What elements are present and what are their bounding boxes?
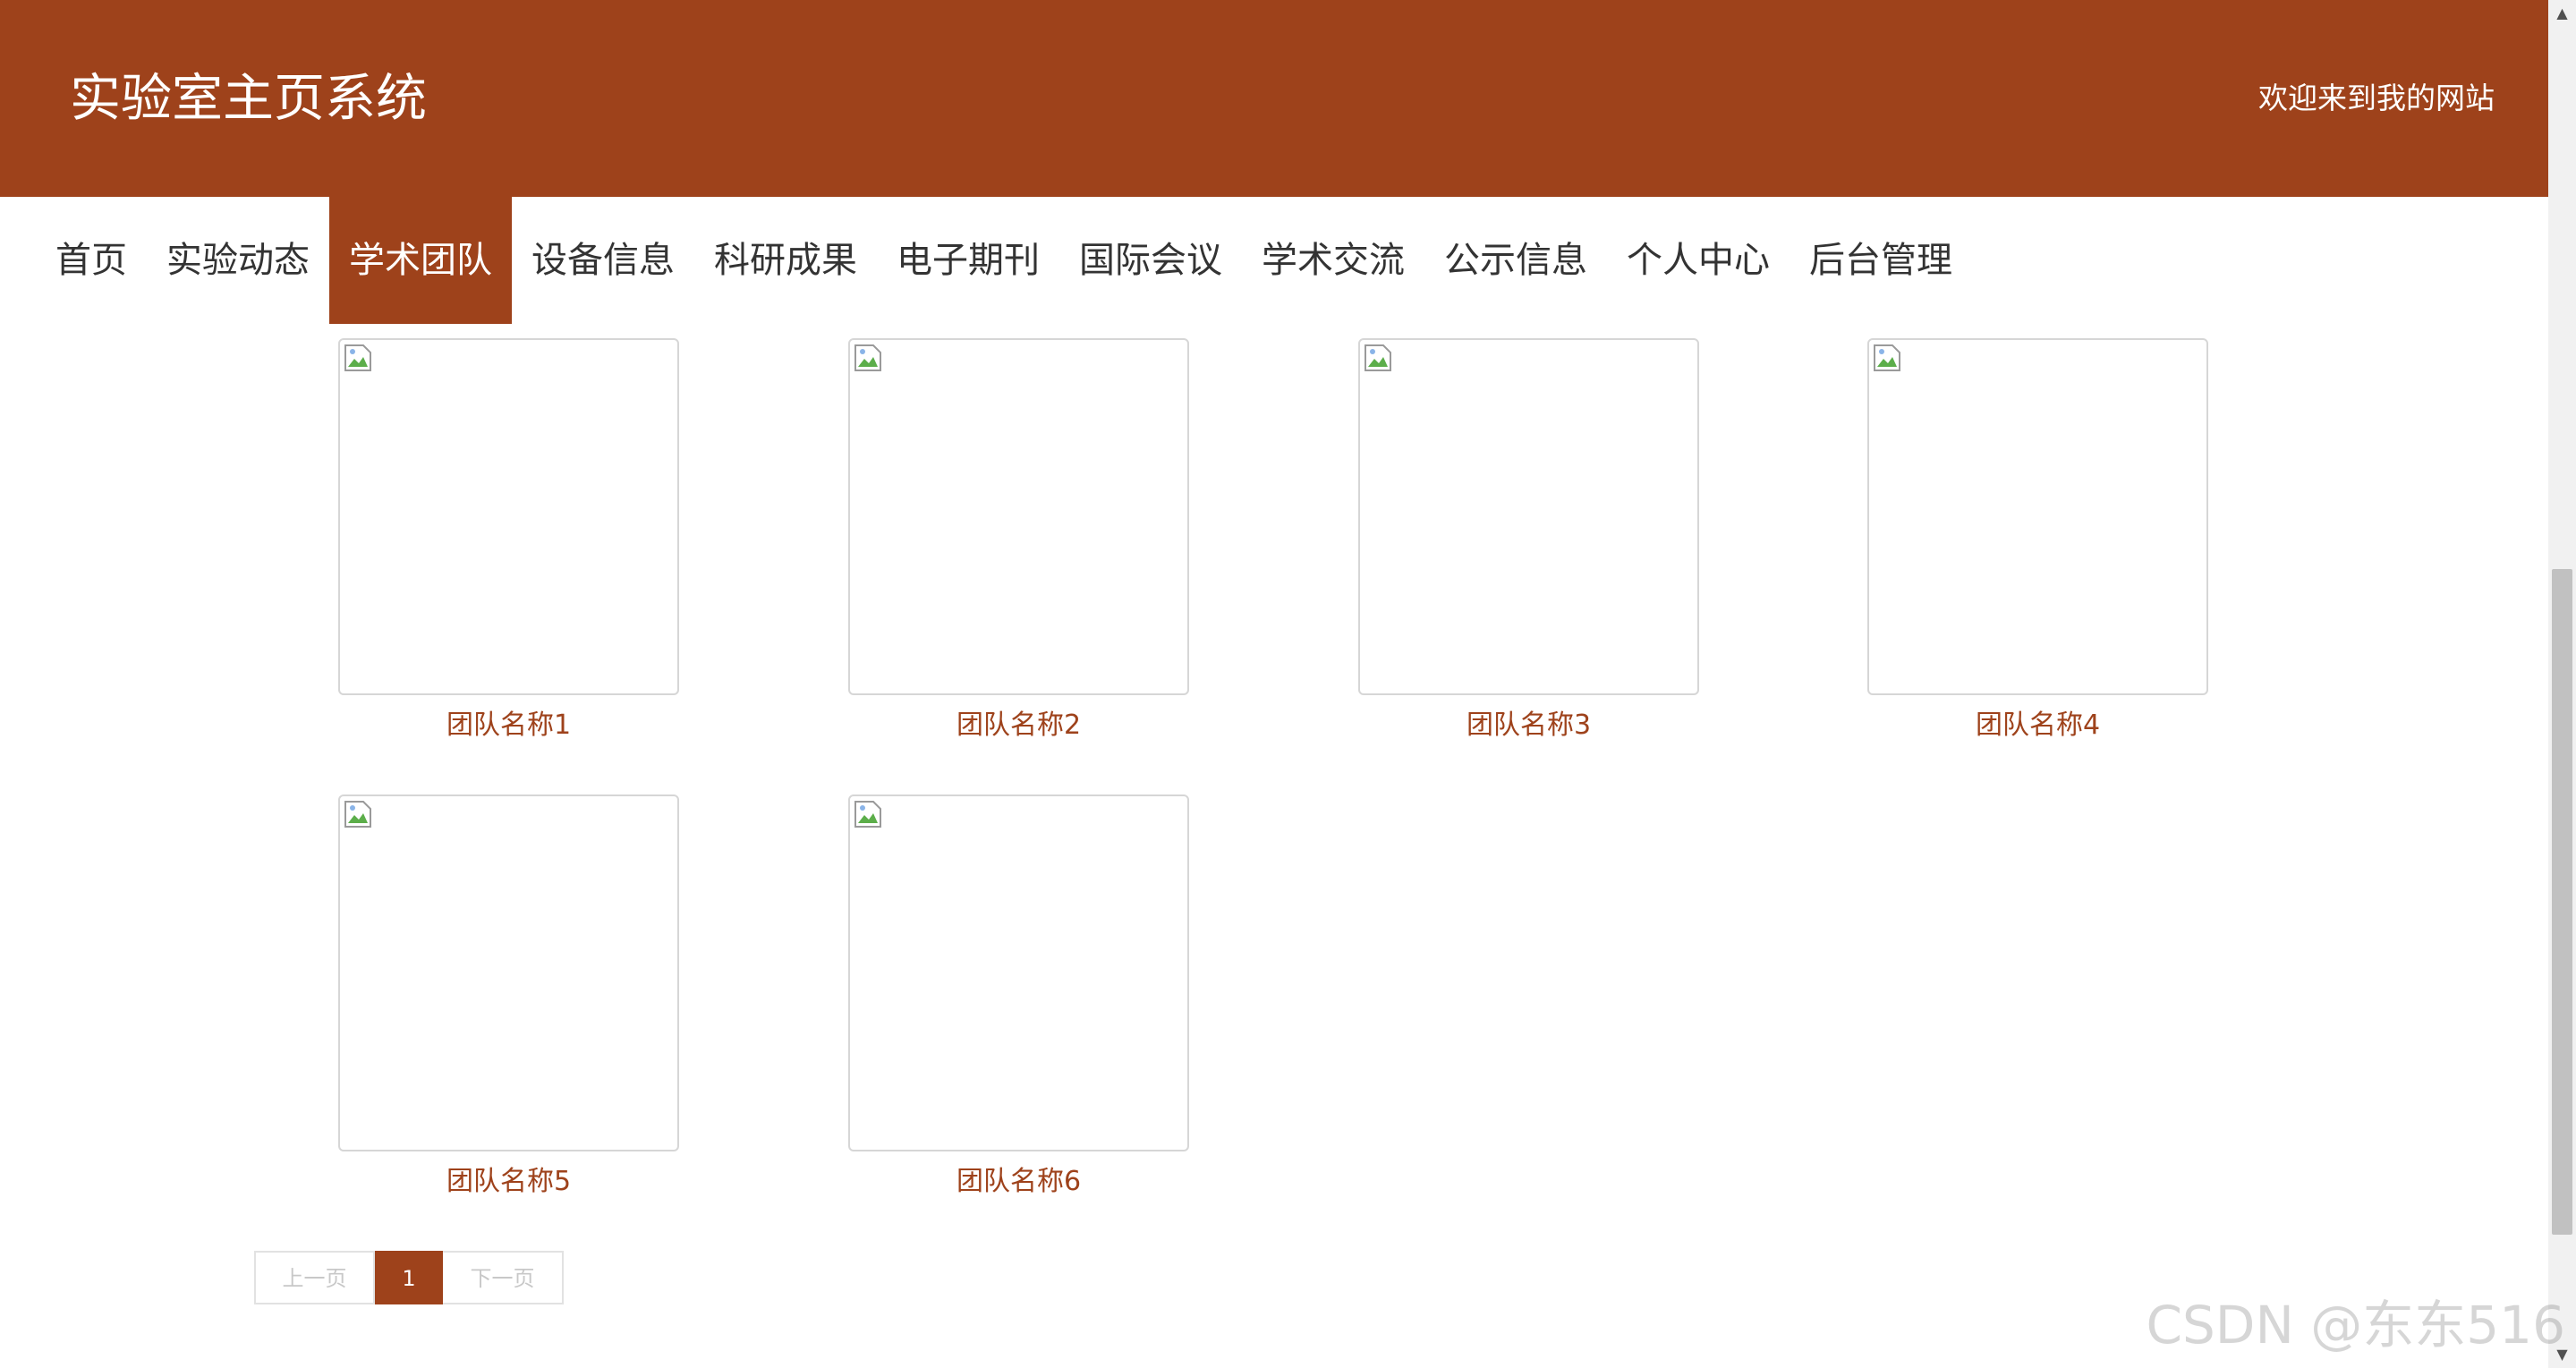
page: 实验室主页系统 欢迎来到我的网站 首页 实验动态 学术团队 设备信息 科研成果 … — [0, 0, 2576, 1368]
nav-item-equipment[interactable]: 设备信息 — [512, 197, 694, 324]
nav-item-personal-center[interactable]: 个人中心 — [1607, 197, 1790, 324]
team-image[interactable] — [1867, 338, 2208, 695]
broken-image-icon — [1874, 344, 1900, 371]
team-image[interactable] — [848, 794, 1189, 1151]
watermark: CSDN @东东516 — [2146, 1295, 2565, 1355]
vertical-scrollbar[interactable]: ▲ ▼ — [2548, 0, 2576, 1368]
team-name[interactable]: 团队名称2 — [848, 708, 1189, 743]
triangle-up-icon[interactable]: ▲ — [2548, 0, 2576, 27]
site-title[interactable]: 实验室主页系统 — [70, 64, 427, 132]
nav-item-home[interactable]: 首页 — [36, 197, 147, 324]
nav-item-announcements[interactable]: 公示信息 — [1424, 197, 1607, 324]
welcome-text: 欢迎来到我的网站 — [2258, 81, 2495, 115]
team-image[interactable] — [1358, 338, 1699, 695]
broken-image-icon — [344, 344, 371, 371]
team-card[interactable]: 团队名称6 — [848, 794, 1189, 1200]
team-image[interactable] — [848, 338, 1189, 695]
broken-image-icon — [1365, 344, 1391, 371]
team-name[interactable]: 团队名称6 — [848, 1164, 1189, 1200]
team-name[interactable]: 团队名称4 — [1867, 708, 2208, 743]
pagination: 上一页 1 下一页 — [254, 1251, 564, 1304]
nav-item-conferences[interactable]: 国际会议 — [1059, 197, 1242, 324]
team-card[interactable]: 团队名称3 — [1358, 338, 1699, 743]
nav-item-e-journals[interactable]: 电子期刊 — [877, 197, 1059, 324]
team-card[interactable]: 团队名称2 — [848, 338, 1189, 743]
nav-item-admin[interactable]: 后台管理 — [1790, 197, 1972, 324]
team-name[interactable]: 团队名称1 — [338, 708, 679, 743]
nav-item-academic-team[interactable]: 学术团队 — [329, 197, 512, 324]
broken-image-icon — [854, 801, 881, 828]
scroll-thumb[interactable] — [2552, 569, 2572, 1235]
team-card[interactable]: 团队名称1 — [338, 338, 679, 743]
site-header: 实验室主页系统 欢迎来到我的网站 — [0, 0, 2548, 197]
next-page-button[interactable]: 下一页 — [443, 1251, 564, 1304]
broken-image-icon — [854, 344, 881, 371]
team-image[interactable] — [338, 338, 679, 695]
current-page-button[interactable]: 1 — [375, 1251, 443, 1304]
team-card[interactable]: 团队名称4 — [1867, 338, 2208, 743]
team-name[interactable]: 团队名称5 — [338, 1164, 679, 1200]
nav-item-research-results[interactable]: 科研成果 — [694, 197, 877, 324]
team-name[interactable]: 团队名称3 — [1358, 708, 1699, 743]
main-nav: 首页 实验动态 学术团队 设备信息 科研成果 电子期刊 国际会议 学术交流 公示… — [36, 197, 1972, 324]
nav-item-academic-exchange[interactable]: 学术交流 — [1242, 197, 1424, 324]
nav-item-lab-news[interactable]: 实验动态 — [147, 197, 329, 324]
team-image[interactable] — [338, 794, 679, 1151]
team-card[interactable]: 团队名称5 — [338, 794, 679, 1200]
prev-page-button[interactable]: 上一页 — [254, 1251, 375, 1304]
broken-image-icon — [344, 801, 371, 828]
